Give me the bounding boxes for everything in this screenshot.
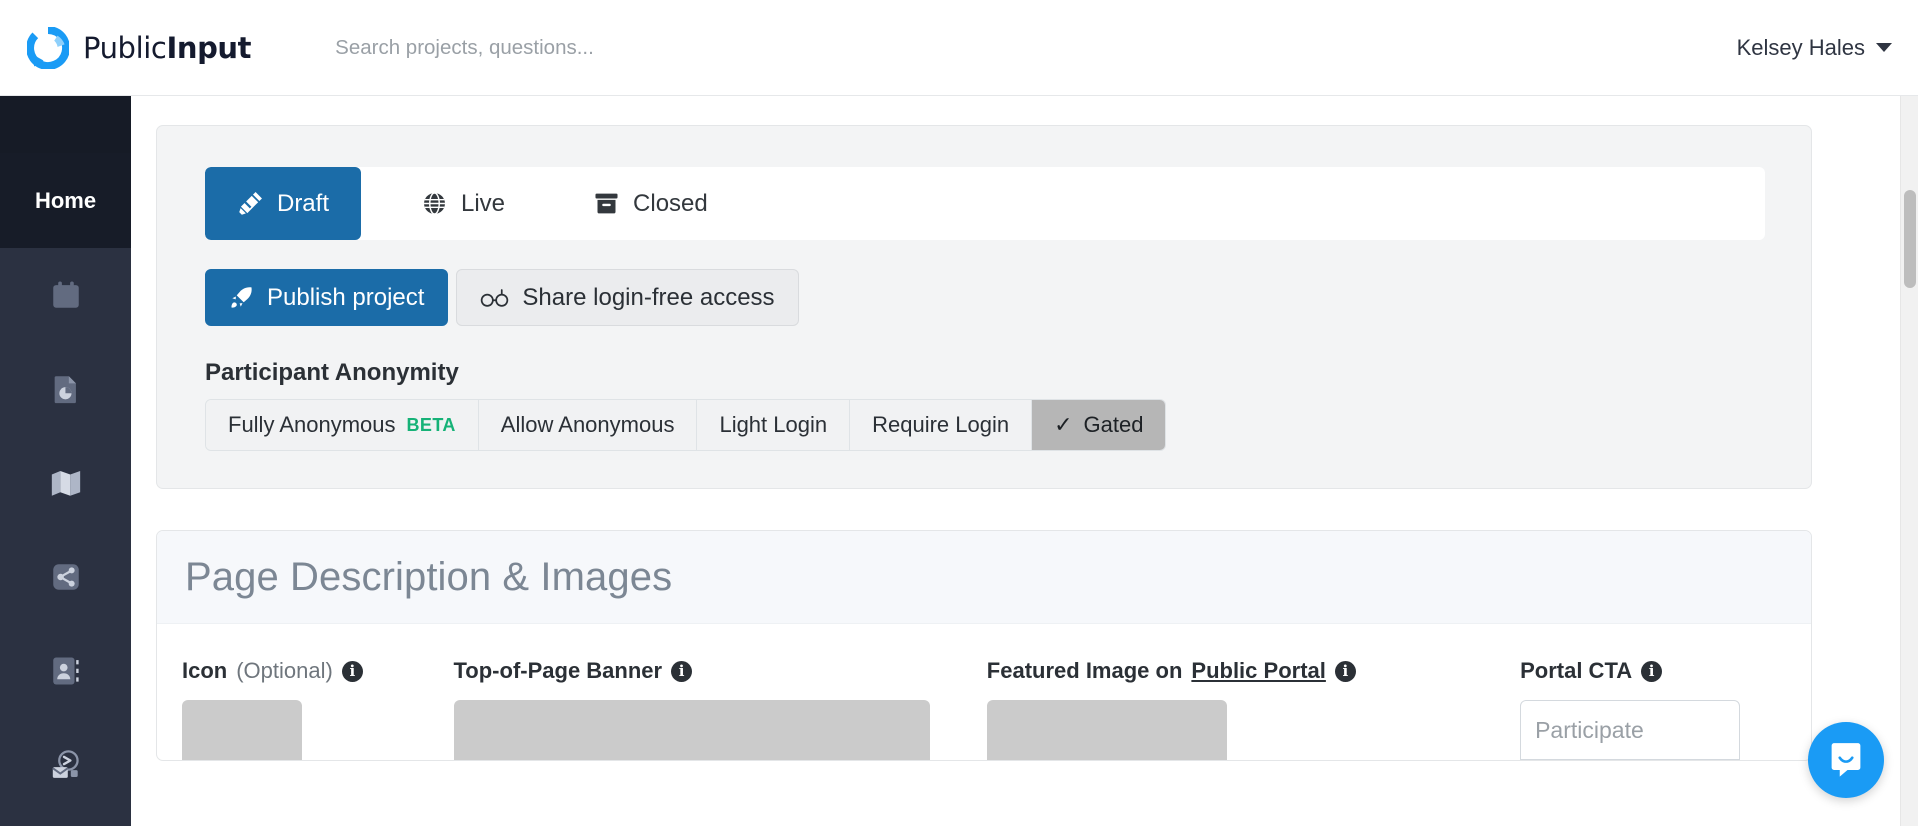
participant-anonymity-title: Participant Anonymity [205,359,459,386]
field-icon: Icon (Optional) i [182,658,454,760]
rocket-icon [231,287,252,308]
anonymity-option-fully-anonymous[interactable]: Fully Anonymous BETA [206,400,479,450]
field-label-portal-cta: Portal CTA i [1520,658,1811,684]
globe-icon [424,192,445,215]
field-portal-cta: Portal CTA i [1520,658,1811,760]
brand-logo[interactable]: PublicInput [27,26,252,69]
field-label-icon-main: Icon [182,658,228,683]
anonymity-label-allow-anonymous: Allow Anonymous [500,412,675,437]
anonymity-label-gated: Gated [1083,412,1144,437]
address-book-icon [52,657,79,685]
vertical-scrollbar-track[interactable] [1900,96,1918,826]
panel-body: Icon (Optional) i Top-of-Page Banner i F… [157,624,1811,760]
tab-label-draft: Draft [276,189,329,217]
user-account-menu[interactable]: Kelsey Hales [1737,35,1892,61]
field-label-portal-cta-main: Portal CTA [1520,658,1633,683]
calendar-icon [52,281,79,308]
check-icon: ✓ [1054,412,1073,437]
anonymity-label-require-login: Require Login [872,412,1010,437]
sidebar-item-reports[interactable] [0,342,131,436]
share-nodes-icon [52,564,79,590]
project-status-card: Draft Live Closed Publish project Share … [156,125,1812,489]
tab-closed[interactable]: Closed [565,167,736,240]
map-icon [51,470,80,496]
sidebar-item-contacts[interactable] [0,624,131,718]
featured-image-placeholder[interactable] [986,700,1227,760]
field-label-featured: Featured Image on Public Portal i [987,658,1520,684]
intercom-chat-icon [1831,743,1861,777]
field-label-banner-main: Top-of-Page Banner [453,658,663,683]
draft-pencil-icon [239,192,262,215]
anonymity-option-light-login[interactable]: Light Login [697,400,851,450]
info-icon[interactable]: i [341,660,363,682]
sidebar-item-label-home: Home [34,187,97,213]
report-document-icon [54,376,76,404]
panel-header: Page Description & Images [157,531,1811,624]
glasses-icon [481,288,509,307]
sidebar-item-outreach[interactable] [0,718,131,812]
banner-image-placeholder[interactable] [453,700,930,760]
info-icon[interactable]: i [1334,660,1356,682]
anonymity-option-gated[interactable]: ✓ Gated [1032,400,1166,450]
brand-word-public: Public [83,30,167,65]
icon-image-placeholder[interactable] [182,700,302,760]
brand-wordmark: PublicInput [83,30,252,65]
archive-box-icon [595,193,618,214]
search-input[interactable] [335,27,956,68]
field-label-featured-main: Featured Image on [986,658,1183,683]
beta-badge: BETA [406,414,456,435]
public-portal-link[interactable]: Public Portal [1191,658,1325,684]
tab-label-live: Live [461,189,506,217]
main-content: Draft Live Closed Publish project Share … [131,125,1891,761]
publicinput-logo-icon [27,26,69,69]
page-title: Page Description & Images [185,554,673,599]
left-sidebar: Home [0,96,131,826]
participant-anonymity-segmented-control: Fully Anonymous BETA Allow Anonymous Lig… [205,399,1167,451]
publish-project-label: Publish project [267,283,425,311]
tab-label-closed: Closed [633,189,708,217]
mail-send-icon [51,750,79,778]
tab-live[interactable]: Live [393,167,533,240]
field-label-icon: Icon (Optional) i [182,658,454,684]
project-status-tabbar: Draft Live Closed [205,167,1765,240]
user-name-label: Kelsey Hales [1736,34,1865,60]
top-header-bar: PublicInput Kelsey Hales [0,0,1918,96]
global-search [335,0,1736,96]
anonymity-label-fully-anonymous: Fully Anonymous [228,412,396,437]
chevron-down-icon [1876,43,1892,52]
sidebar-item-home[interactable]: Home [0,153,131,248]
info-icon[interactable]: i [1641,660,1663,682]
anonymity-label-light-login: Light Login [719,412,828,437]
share-login-free-access-label: Share login-free access [522,283,775,311]
main-content-scroll-area[interactable]: Draft Live Closed Publish project Share … [131,96,1918,826]
anonymity-option-allow-anonymous[interactable]: Allow Anonymous [478,400,698,450]
info-icon[interactable]: i [671,660,693,682]
publish-project-button[interactable]: Publish project [205,269,449,326]
brand-word-input: Input [166,30,252,65]
chat-launcher-button[interactable] [1808,722,1884,798]
sidebar-item-map[interactable] [0,436,131,530]
anonymity-option-require-login[interactable]: Require Login [850,400,1033,450]
sidebar-top-spacer [0,96,131,153]
field-label-icon-optional: (Optional) [236,658,333,683]
vertical-scrollbar-thumb[interactable] [1904,190,1916,288]
portal-cta-input[interactable] [1520,700,1741,760]
sidebar-item-calendar[interactable] [0,248,131,342]
field-label-banner: Top-of-Page Banner i [454,658,987,684]
page-description-images-panel: Page Description & Images Icon (Optional… [156,530,1812,761]
share-login-free-access-button[interactable]: Share login-free access [456,269,799,326]
tab-draft[interactable]: Draft [205,167,361,240]
field-featured-image: Featured Image on Public Portal i [986,658,1520,760]
project-action-buttons: Publish project Share login-free access [205,269,1811,326]
field-top-of-page-banner: Top-of-Page Banner i [453,658,987,760]
sidebar-item-share[interactable] [0,530,131,624]
